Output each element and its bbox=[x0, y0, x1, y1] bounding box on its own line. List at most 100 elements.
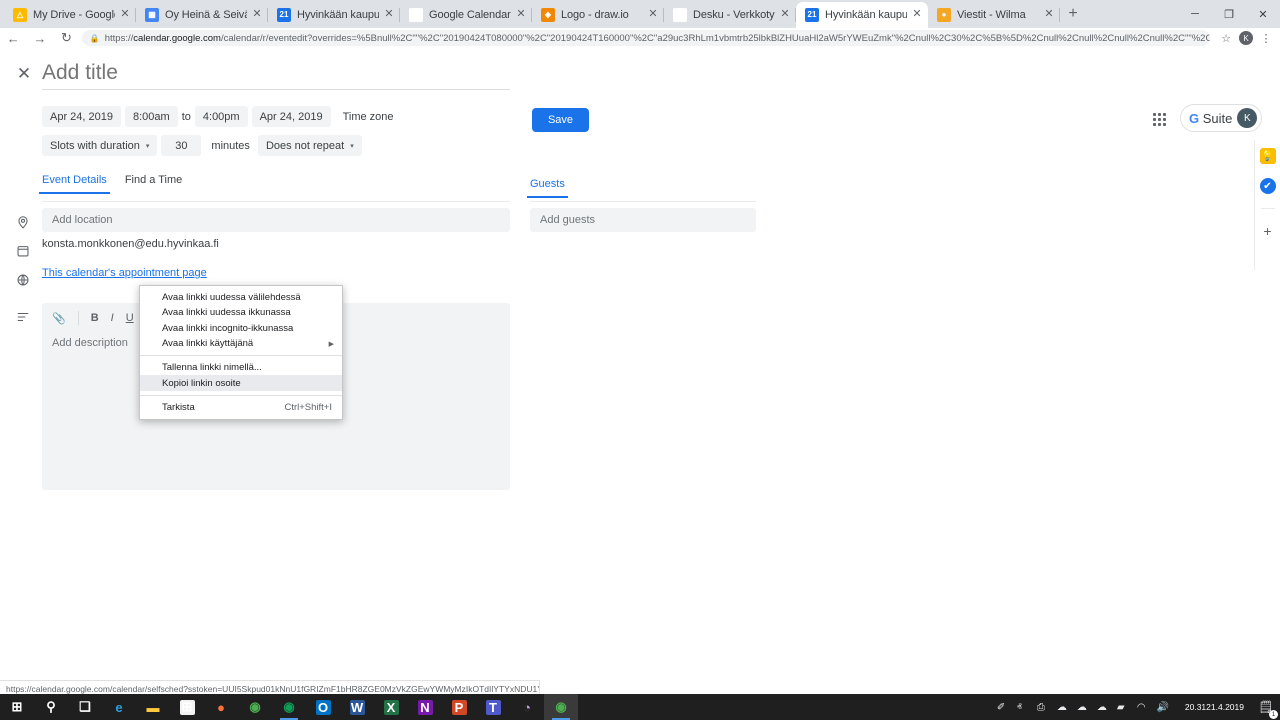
browser-tab[interactable]: □Desku - Verkkotyöpöytä✕ bbox=[664, 2, 796, 28]
start-button[interactable]: ⊞ bbox=[0, 694, 34, 720]
keep-icon[interactable]: 💡 bbox=[1260, 148, 1276, 164]
attach-icon[interactable]: 📎 bbox=[52, 312, 66, 325]
browser-tab[interactable]: ●Viestit - Wilma✕ bbox=[928, 2, 1060, 28]
onedrive-blue-icon[interactable]: ☁ bbox=[1077, 702, 1097, 713]
link-context-menu[interactable]: Avaa linkki uudessa välilehdessäAvaa lin… bbox=[139, 285, 343, 420]
chrome-active-button[interactable]: ◉ bbox=[544, 694, 578, 720]
tab-close-icon[interactable]: ✕ bbox=[382, 8, 396, 22]
volume-icon[interactable]: 🔊 bbox=[1157, 702, 1177, 713]
repeat-dropdown[interactable]: Does not repeat ▾ bbox=[258, 135, 362, 156]
context-menu-item[interactable]: Avaa linkki incognito-ikkunassa bbox=[140, 321, 342, 336]
tab-close-icon[interactable]: ✕ bbox=[910, 8, 924, 22]
back-icon[interactable]: ← bbox=[0, 28, 27, 48]
context-menu-item[interactable]: TarkistaCtrl+Shift+I bbox=[140, 400, 342, 415]
to-label: to bbox=[182, 111, 191, 123]
bookmark-star-icon[interactable]: ☆ bbox=[1216, 28, 1236, 48]
tab-close-icon[interactable]: ✕ bbox=[118, 8, 132, 22]
add-addon-icon[interactable]: + bbox=[1260, 223, 1276, 239]
browser-tab[interactable]: ◈Logo - draw.io✕ bbox=[532, 2, 664, 28]
end-time-chip[interactable]: 4:00pm bbox=[195, 106, 248, 127]
tab-close-icon[interactable]: ✕ bbox=[1042, 8, 1056, 22]
app-button[interactable]: ◔ bbox=[510, 694, 544, 720]
browser-menu-icon[interactable]: ⋮ bbox=[1256, 28, 1276, 48]
end-date-chip[interactable]: Apr 24, 2019 bbox=[252, 106, 331, 127]
reload-icon[interactable]: ↻ bbox=[53, 28, 80, 48]
removable-media-icon[interactable]: ▰ bbox=[1117, 702, 1137, 713]
tab-close-icon[interactable]: ✕ bbox=[250, 8, 264, 22]
gsuite-badge[interactable]: G Suite K bbox=[1180, 104, 1262, 132]
wifi-icon[interactable]: ◠ bbox=[1137, 702, 1157, 713]
save-button[interactable]: Save bbox=[532, 108, 589, 132]
chrome-button[interactable]: ◉ bbox=[238, 694, 272, 720]
location-input[interactable]: Add location bbox=[42, 208, 510, 232]
start-date-chip[interactable]: Apr 24, 2019 bbox=[42, 106, 121, 127]
context-menu-shortcut: Ctrl+Shift+I bbox=[284, 402, 332, 413]
show-hidden-icons-icon[interactable]: ⱏ bbox=[1017, 702, 1037, 713]
action-center-button[interactable]: 🗒 1 bbox=[1252, 694, 1280, 720]
context-menu-item[interactable]: Kopioi linkin osoite bbox=[140, 375, 342, 390]
context-menu-item[interactable]: Avaa linkki uudessa ikkunassa bbox=[140, 305, 342, 320]
onedrive-grey-icon[interactable]: ☁ bbox=[1057, 702, 1077, 713]
chevron-down-icon: ▾ bbox=[350, 142, 354, 150]
underline-icon[interactable]: U bbox=[126, 312, 134, 324]
url-scheme: https:// bbox=[105, 33, 134, 44]
maximize-button[interactable]: ❐ bbox=[1212, 0, 1246, 28]
profile-avatar[interactable]: K bbox=[1236, 28, 1256, 48]
browser-tab[interactable]: △My Drive - Google Drive✕ bbox=[4, 2, 136, 28]
window-close-button[interactable]: ✕ bbox=[1246, 0, 1280, 28]
appointment-page-link[interactable]: This calendar's appointment page bbox=[42, 267, 207, 279]
search-button[interactable]: ⚲ bbox=[34, 694, 68, 720]
new-tab-button[interactable]: + bbox=[1060, 2, 1086, 28]
url-path: /calendar/r/eventedit?overrides=%5Bnull%… bbox=[221, 33, 1210, 44]
document-icon: □ bbox=[673, 8, 687, 22]
tab-find-a-time[interactable]: Find a Time bbox=[125, 174, 182, 194]
time-zone-button[interactable]: Time zone bbox=[343, 111, 394, 123]
chrome-canary-icon: ◉ bbox=[282, 700, 297, 715]
browser-tab-title: Hyvinkään kaupunki - Calen bbox=[825, 9, 907, 21]
minimize-button[interactable]: ─ bbox=[1178, 0, 1212, 28]
outlook-button[interactable]: O bbox=[306, 694, 340, 720]
edge-button[interactable]: e bbox=[102, 694, 136, 720]
word-button[interactable]: W bbox=[340, 694, 374, 720]
taskbar-clock[interactable]: 20.31 21.4.2019 bbox=[1177, 694, 1252, 720]
tab-close-icon[interactable]: ✕ bbox=[646, 8, 660, 22]
chrome-canary-button[interactable]: ◉ bbox=[272, 694, 306, 720]
search-icon: ⚲ bbox=[44, 700, 59, 715]
file-explorer-button[interactable]: ▬ bbox=[136, 694, 170, 720]
context-menu-item[interactable]: Tallenna linkki nimellä... bbox=[140, 360, 342, 375]
address-bar[interactable]: 🔒 https://calendar.google.com/calendar/r… bbox=[82, 30, 1210, 46]
bold-icon[interactable]: B bbox=[91, 312, 99, 324]
tasks-icon[interactable]: ✔ bbox=[1260, 178, 1276, 194]
google-apps-grid-icon[interactable] bbox=[1150, 110, 1168, 128]
firefox-button[interactable]: ● bbox=[204, 694, 238, 720]
printer-error-icon[interactable]: ⎙ bbox=[1037, 702, 1057, 713]
start-time-chip[interactable]: 8:00am bbox=[125, 106, 178, 127]
guests-section-header: Guests bbox=[530, 174, 756, 202]
avatar[interactable]: K bbox=[1237, 108, 1257, 128]
browser-tab[interactable]: ▦Oy Heinä & Seiväs Ab✕ bbox=[136, 2, 268, 28]
slots-with-duration-dropdown[interactable]: Slots with duration ▾ bbox=[42, 135, 157, 156]
context-menu-item[interactable]: Avaa linkki käyttäjänä▶ bbox=[140, 336, 342, 351]
browser-chrome: △My Drive - Google Drive✕▦Oy Heinä & Sei… bbox=[0, 0, 1280, 48]
italic-icon[interactable]: I bbox=[111, 312, 114, 324]
guests-input[interactable]: Add guests bbox=[530, 208, 756, 232]
pen-menu-icon[interactable]: ✐ bbox=[997, 702, 1017, 713]
browser-tab[interactable]: □Google Calendar✕ bbox=[400, 2, 532, 28]
tab-close-icon[interactable]: ✕ bbox=[778, 8, 792, 22]
teams-button[interactable]: T bbox=[476, 694, 510, 720]
powerpoint-button[interactable]: P bbox=[442, 694, 476, 720]
context-menu-item[interactable]: Avaa linkki uudessa välilehdessä bbox=[140, 290, 342, 305]
event-title-input[interactable] bbox=[42, 60, 510, 90]
excel-button[interactable]: X bbox=[374, 694, 408, 720]
duration-input[interactable]: 30 bbox=[161, 135, 201, 156]
tab-event-details[interactable]: Event Details bbox=[42, 174, 107, 194]
microsoft-store-button[interactable]: ⊞ bbox=[170, 694, 204, 720]
browser-tab[interactable]: 21Hyvinkään kaupunki - Calen✕ bbox=[796, 2, 928, 28]
task-view-button[interactable]: ❑ bbox=[68, 694, 102, 720]
onenote-button[interactable]: N bbox=[408, 694, 442, 720]
browser-tab[interactable]: 21Hyvinkään kaupunki - Calen✕ bbox=[268, 2, 400, 28]
tab-close-icon[interactable]: ✕ bbox=[514, 8, 528, 22]
close-event-editor-button[interactable]: ✕ bbox=[14, 64, 34, 84]
forward-icon[interactable]: → bbox=[27, 28, 54, 48]
onedrive-blue2-icon[interactable]: ☁ bbox=[1097, 702, 1117, 713]
